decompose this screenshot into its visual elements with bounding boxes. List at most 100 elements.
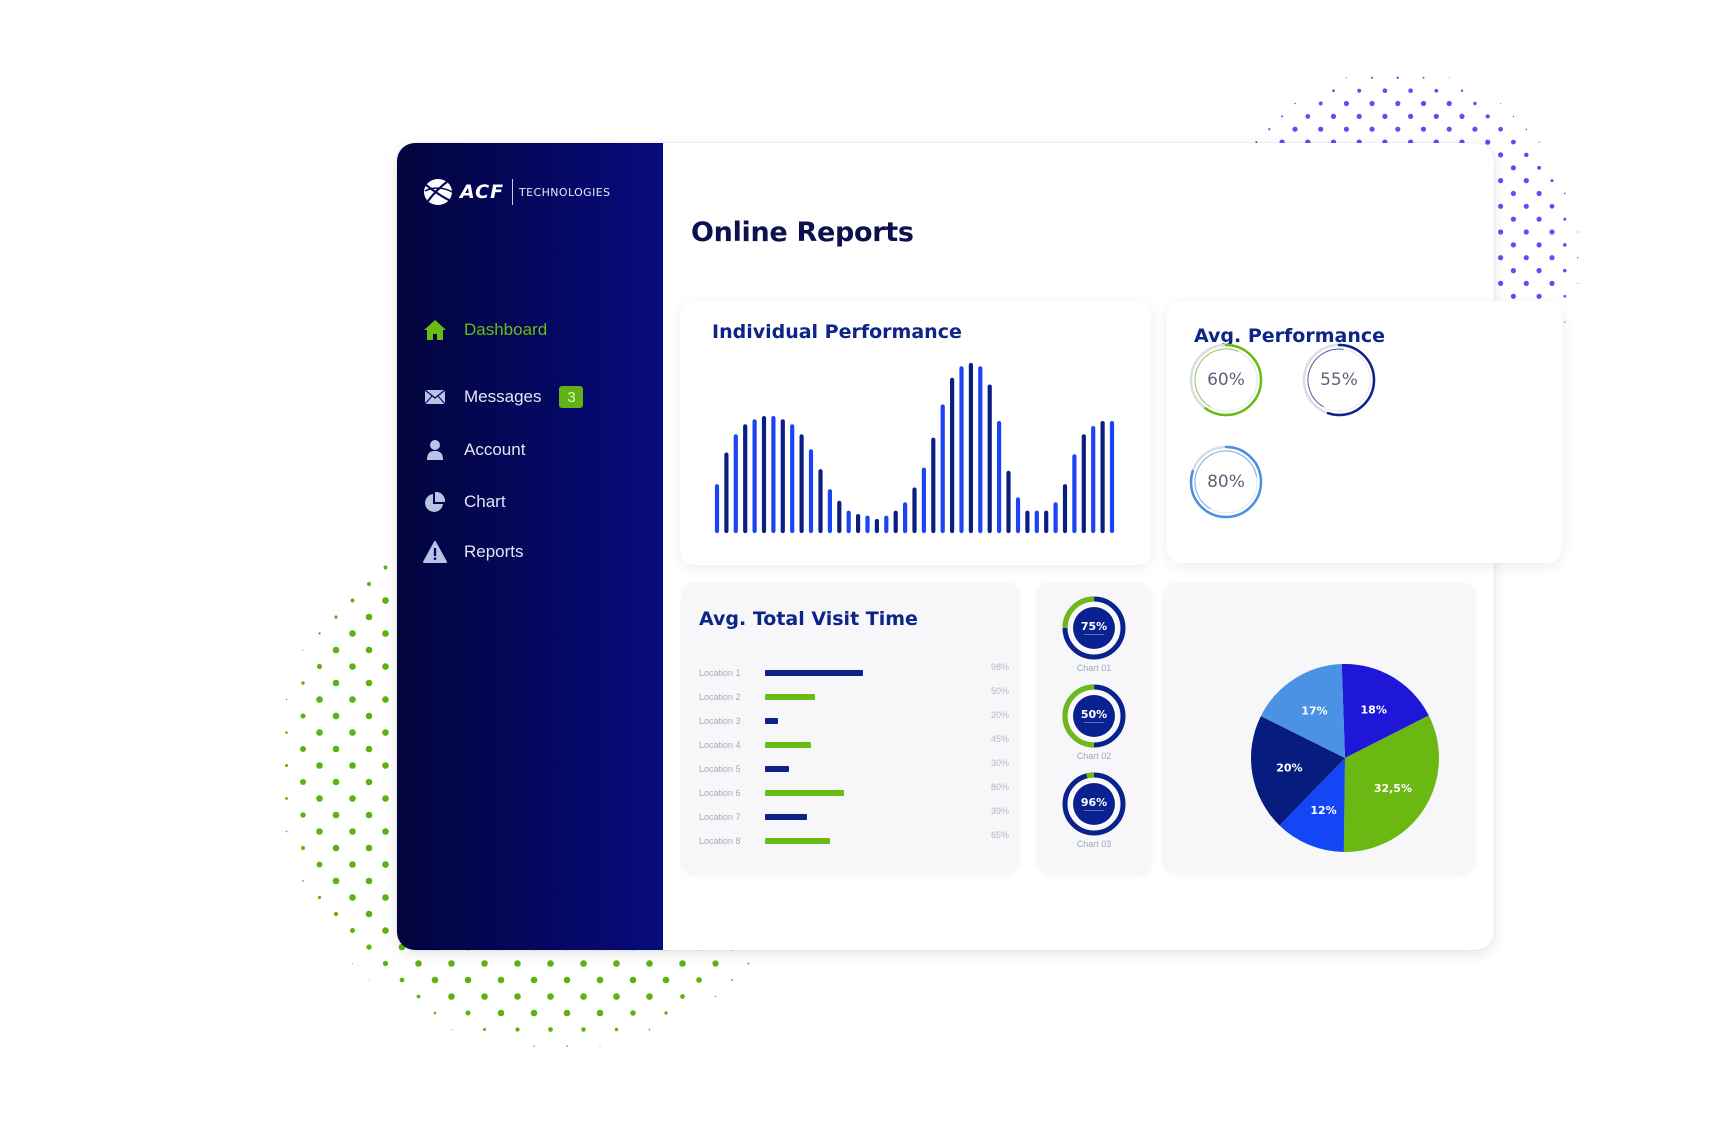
blue-dot <box>1510 190 1516 197</box>
sidebar-item-account[interactable]: Account <box>421 435 525 465</box>
blue-dot <box>1498 255 1504 261</box>
warning-icon <box>421 540 449 564</box>
blue-dot <box>1563 217 1567 221</box>
sidebar-item-label: Account <box>464 440 526 459</box>
visit-value: 50% <box>990 686 1009 696</box>
visit-row: Location 8 65% <box>699 830 1009 848</box>
donut-caption: Chart 02 <box>1076 751 1112 761</box>
individual-performance-card: Individual Performance <box>680 301 1151 565</box>
visit-row: Location 6 80% <box>699 782 1009 800</box>
visit-bar <box>765 790 844 796</box>
donut-caption: Chart 03 <box>1076 839 1112 849</box>
donut-chart: 96% <box>1062 772 1126 836</box>
blue-dot <box>1305 114 1311 119</box>
visit-value: 39% <box>990 806 1009 816</box>
sidebar-item-chart[interactable]: Chart <box>421 487 506 517</box>
envelope-icon <box>421 385 449 409</box>
visit-bar <box>765 718 778 724</box>
location-label: Location 4 <box>699 740 741 750</box>
location-label: Location 2 <box>699 692 741 702</box>
location-label: Location 7 <box>699 812 741 822</box>
blue-dot <box>1446 100 1452 107</box>
blue-dot <box>1510 242 1516 248</box>
visit-row: Location 7 39% <box>699 806 1009 824</box>
pie-slice-label: 12% <box>1310 804 1336 817</box>
sidebar-item-label: Messages <box>464 387 542 406</box>
blue-dot <box>1382 88 1388 94</box>
blue-dot <box>1281 115 1284 118</box>
home-icon <box>421 318 449 342</box>
visit-bar <box>765 766 789 772</box>
sidebar-item-dashboard[interactable]: Dashboard <box>421 315 547 345</box>
brand-logo: ACF TECHNOLOGIES <box>422 176 610 208</box>
blue-dot <box>1549 280 1555 286</box>
blue-dot <box>1510 293 1516 299</box>
pie-chart: 18% 32,5% 12% 20% 17% <box>1251 664 1439 852</box>
blue-dot <box>1536 216 1542 222</box>
sidebar-item-label: Dashboard <box>464 320 548 339</box>
donut-value: 75% <box>1080 619 1108 633</box>
visit-value: 45% <box>990 734 1009 744</box>
blue-dot <box>1369 126 1375 132</box>
blue-dot <box>1498 126 1503 132</box>
ring-value-label: 55% <box>1320 370 1358 390</box>
blue-dot <box>1498 280 1504 286</box>
blue-dot <box>1536 293 1542 299</box>
blue-dot <box>1356 113 1362 119</box>
blue-dot <box>1550 179 1554 183</box>
visit-value: 20% <box>990 710 1009 720</box>
visit-bar <box>765 742 811 748</box>
blue-dot <box>1408 113 1414 119</box>
visit-bar <box>765 838 830 844</box>
blue-dot <box>1523 255 1529 261</box>
ring-value-label: 60% <box>1207 370 1245 390</box>
blue-dot <box>1512 115 1515 118</box>
performance-ring: 80% <box>1187 443 1265 521</box>
blue-dot <box>1460 89 1464 92</box>
blue-dot <box>1485 114 1490 119</box>
pie-slice-label: 32,5% <box>1374 782 1412 795</box>
donut-chart: 50% <box>1062 684 1126 748</box>
blue-dot <box>1524 152 1529 158</box>
visit-value: 98% <box>990 662 1009 672</box>
blue-dot <box>1536 242 1542 248</box>
blue-dot <box>1448 77 1450 79</box>
blue-dot <box>1332 89 1335 93</box>
blue-dot <box>1562 243 1567 247</box>
blue-dot <box>1422 76 1425 79</box>
blue-dot <box>1510 268 1516 274</box>
sidebar-item-messages[interactable]: Messages 3 <box>421 382 584 412</box>
donut-value: 96% <box>1080 795 1108 809</box>
blue-dot <box>1343 126 1349 132</box>
pie-chart-card: 18% 32,5% 12% 20% 17% <box>1163 582 1475 875</box>
blue-dot <box>1382 113 1388 119</box>
pie-slice-label: 20% <box>1276 762 1302 775</box>
blue-dot <box>1549 203 1555 209</box>
blue-dot <box>1564 321 1566 323</box>
blue-dot <box>1523 280 1529 286</box>
visit-row: Location 3 20% <box>699 710 1009 728</box>
visit-row: Location 2 50% <box>699 686 1009 704</box>
blue-dot <box>1459 113 1465 119</box>
blue-dot <box>1500 103 1502 104</box>
blue-dot <box>1563 268 1567 273</box>
visit-row: Location 4 45% <box>699 734 1009 752</box>
blue-dot <box>1523 178 1529 184</box>
blue-dot <box>1472 126 1478 132</box>
blue-dot <box>1396 76 1399 79</box>
sidebar: ACF TECHNOLOGIES Dashboard Messages 3 Ac… <box>397 143 663 950</box>
brand-suffix: TECHNOLOGIES <box>519 185 611 199</box>
unread-count-badge: 3 <box>559 386 584 408</box>
sidebar-item-reports[interactable]: Reports <box>421 537 524 567</box>
blue-dot <box>1510 139 1516 145</box>
blue-dot <box>1563 294 1567 298</box>
globe-logo-icon <box>424 179 453 205</box>
blue-dot <box>1549 229 1555 235</box>
blue-dot <box>1537 165 1542 170</box>
blue-dot <box>1294 102 1296 105</box>
blue-dot <box>1434 88 1439 93</box>
blue-dot <box>1536 268 1542 274</box>
blue-dot <box>1433 113 1439 119</box>
blue-dot <box>1563 192 1566 195</box>
blue-dot <box>1510 165 1516 171</box>
